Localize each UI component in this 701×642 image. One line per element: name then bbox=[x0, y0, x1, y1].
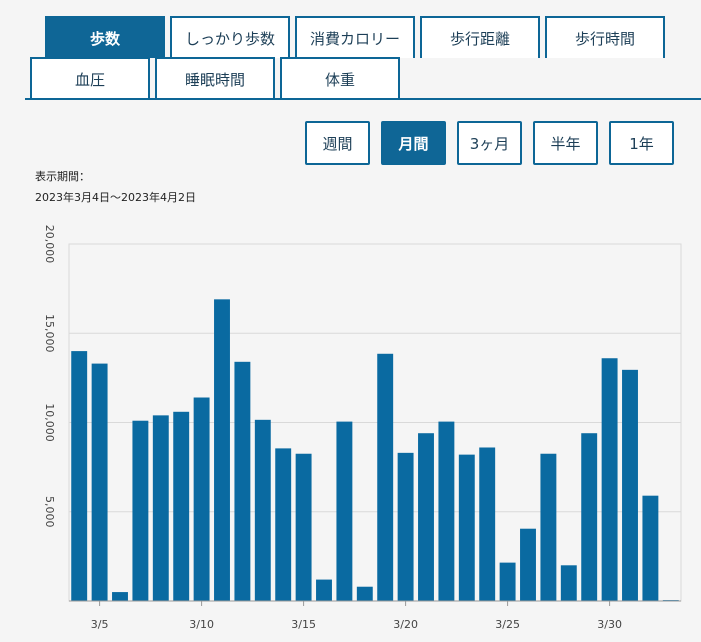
steps-bar-chart: 5,000 10,000 15,000 20,000 3/5 3/10 3/15 3/20 3/… bbox=[43, 225, 682, 631]
y-tick-label: 10,000 bbox=[43, 403, 56, 442]
y-tick-label: 5,000 bbox=[43, 496, 56, 528]
bar bbox=[275, 448, 292, 601]
bar bbox=[479, 447, 496, 601]
bar bbox=[520, 528, 536, 601]
y-tick-label: 15,000 bbox=[43, 314, 56, 353]
bar bbox=[193, 397, 210, 601]
bar bbox=[622, 369, 638, 601]
x-tick-label: 3/30 bbox=[597, 618, 622, 631]
bar bbox=[295, 453, 312, 601]
x-tick-label: 3/25 bbox=[495, 618, 520, 631]
bar bbox=[601, 358, 618, 601]
y-tick-label: 20,000 bbox=[43, 225, 56, 264]
x-tick-label: 3/15 bbox=[291, 618, 316, 631]
bar bbox=[91, 363, 108, 601]
bar bbox=[152, 415, 169, 601]
bar bbox=[71, 351, 88, 601]
x-tick-label: 3/5 bbox=[91, 618, 109, 631]
bar bbox=[499, 562, 516, 601]
bar bbox=[458, 454, 475, 601]
x-tick-label: 3/10 bbox=[189, 618, 214, 631]
bar bbox=[438, 421, 455, 601]
bar bbox=[173, 411, 190, 601]
bar bbox=[214, 299, 230, 601]
bar bbox=[254, 419, 271, 601]
bar bbox=[112, 592, 128, 601]
bar bbox=[418, 433, 434, 601]
bar bbox=[642, 495, 659, 601]
bar bbox=[377, 353, 394, 601]
x-tick-label: 3/20 bbox=[393, 618, 418, 631]
bar bbox=[397, 452, 414, 601]
bar bbox=[132, 420, 149, 601]
bar bbox=[560, 565, 577, 601]
bar bbox=[356, 586, 373, 601]
bar bbox=[581, 433, 598, 601]
bar bbox=[336, 421, 353, 601]
bar bbox=[234, 361, 251, 601]
bar bbox=[316, 579, 332, 601]
bar bbox=[540, 453, 557, 601]
